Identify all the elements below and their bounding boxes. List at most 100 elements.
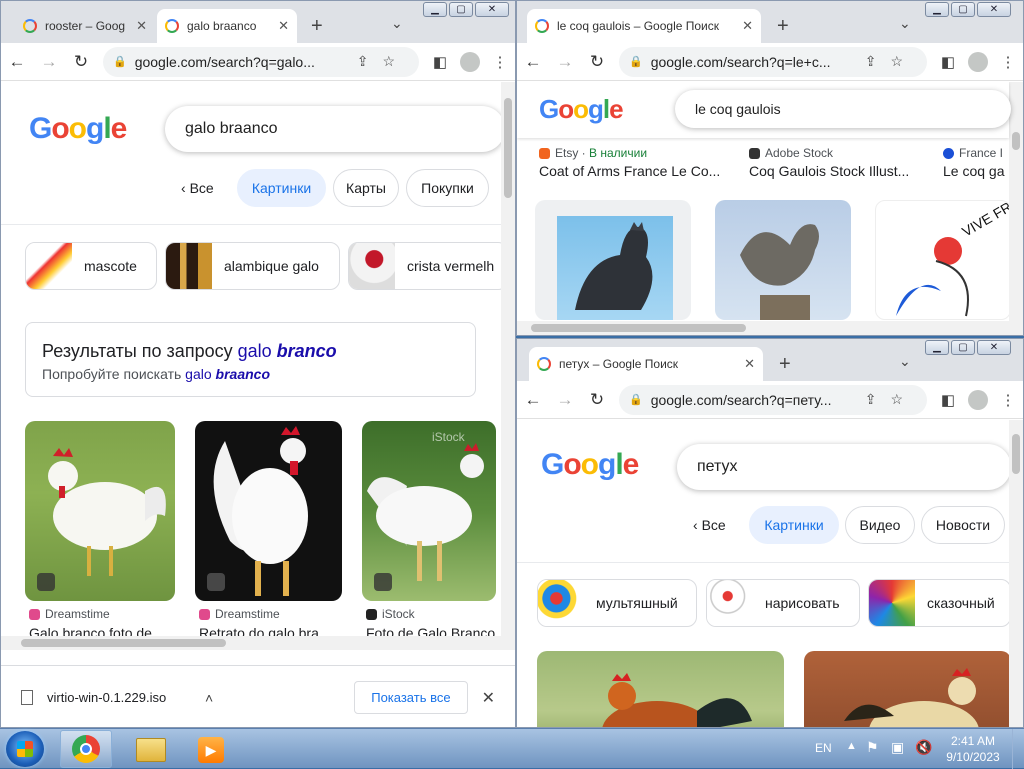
scroll-thumb[interactable]	[531, 324, 746, 332]
image-result-2[interactable]	[195, 421, 342, 601]
side-panel-icon[interactable]: ◧	[933, 391, 963, 409]
clock[interactable]: 2:41 AM 9/10/2023	[940, 733, 1006, 765]
search-input[interactable]: le coq gaulois	[675, 90, 1011, 128]
google-logo[interactable]: Google	[539, 94, 624, 125]
maximize-button[interactable]: ▢	[951, 340, 975, 355]
chip-images[interactable]: Картинки	[237, 169, 326, 207]
chip-news[interactable]: Новости	[921, 506, 1005, 544]
suggestion-draw[interactable]: нарисовать	[706, 579, 860, 627]
suggestion-fairytale[interactable]: сказочный	[868, 579, 1011, 627]
vertical-scrollbar[interactable]	[1009, 82, 1023, 321]
tab-search-chevron-icon[interactable]: ⌄	[899, 353, 911, 370]
minimize-button[interactable]: ▁	[423, 2, 447, 17]
scroll-thumb[interactable]	[1012, 434, 1020, 474]
horizontal-scrollbar[interactable]	[1, 636, 501, 650]
new-tab-button[interactable]: +	[311, 15, 323, 38]
tab-petukh[interactable]: петух – Google Поиск ✕	[529, 347, 763, 381]
tab-search-chevron-icon[interactable]: ⌄	[391, 15, 403, 32]
image-result-2[interactable]	[715, 200, 851, 320]
image-result-3[interactable]: iStock	[362, 421, 496, 601]
close-download-bar-icon[interactable]: ✕	[482, 688, 495, 708]
minimize-button[interactable]: ▁	[925, 340, 949, 355]
forward-button[interactable]: →	[549, 390, 581, 410]
volume-muted-icon[interactable]: 🔇	[915, 739, 932, 756]
chip-images[interactable]: Картинки	[749, 506, 839, 544]
vertical-scrollbar[interactable]	[1009, 420, 1023, 727]
chip-shopping[interactable]: Покупки	[406, 169, 489, 207]
menu-kebab-icon[interactable]: ⋮	[993, 53, 1023, 71]
reload-button[interactable]: ↻	[581, 52, 613, 72]
close-tab-icon[interactable]: ✕	[278, 18, 289, 34]
result-caption[interactable]: Coat of Arms France Le Co...	[539, 163, 739, 179]
chip-all[interactable]: ‹ Все	[681, 506, 738, 544]
show-hidden-icons-button[interactable]: ▲	[846, 740, 857, 752]
action-center-flag-icon[interactable]: ⚑	[866, 739, 879, 756]
address-bar[interactable]: 🔒 google.com/search?q=пету... ⇪☆	[619, 384, 927, 415]
taskbar-media-player-button[interactable]: ▶	[188, 733, 234, 767]
close-button[interactable]: ✕	[475, 2, 509, 17]
image-result-1[interactable]	[535, 200, 691, 320]
share-star-icons[interactable]: ⇪☆	[865, 391, 917, 408]
address-bar[interactable]: 🔒 google.com/search?q=le+c... ⇪☆	[619, 46, 927, 77]
scroll-thumb[interactable]	[21, 639, 226, 647]
minimize-button[interactable]: ▁	[925, 2, 949, 17]
profile-avatar[interactable]	[968, 389, 988, 410]
menu-kebab-icon[interactable]: ⋮	[993, 391, 1023, 409]
original-query-link[interactable]: galo braanco	[185, 366, 270, 382]
suggestion-alambique-galo[interactable]: alambique galo	[165, 242, 340, 290]
close-tab-icon[interactable]: ✕	[136, 18, 147, 34]
chip-video[interactable]: Видео	[845, 506, 915, 544]
menu-kebab-icon[interactable]: ⋮	[485, 53, 515, 71]
result-caption[interactable]: Le coq ga	[943, 163, 1013, 179]
image-result-1[interactable]	[537, 651, 784, 727]
image-result-1[interactable]	[25, 421, 175, 601]
chip-all[interactable]: ‹ Все	[169, 169, 226, 207]
search-input[interactable]: galo braanco	[165, 106, 505, 152]
forward-button[interactable]: →	[33, 52, 65, 72]
show-all-downloads-button[interactable]: Показать все	[354, 681, 468, 714]
google-logo[interactable]: Google	[29, 112, 127, 146]
image-result-3[interactable]: VIVE FRA	[875, 200, 1011, 320]
side-panel-icon[interactable]: ◧	[425, 53, 455, 71]
taskbar-chrome-button[interactable]	[60, 730, 112, 768]
back-button[interactable]: ←	[1, 52, 33, 72]
reload-button[interactable]: ↻	[65, 52, 97, 72]
reload-button[interactable]: ↻	[581, 390, 613, 410]
download-filename[interactable]: virtio-win-0.1.229.iso	[47, 690, 197, 705]
vertical-scrollbar[interactable]	[501, 82, 515, 650]
suggestion-crista-vermelha[interactable]: crista vermelh	[348, 242, 508, 290]
maximize-button[interactable]: ▢	[951, 2, 975, 17]
suggestion-mascote[interactable]: mascote	[25, 242, 157, 290]
address-bar[interactable]: 🔒 google.com/search?q=galo... ⇪☆	[103, 46, 419, 77]
profile-avatar[interactable]	[460, 51, 480, 72]
language-indicator[interactable]: EN	[815, 741, 832, 755]
maximize-button[interactable]: ▢	[449, 2, 473, 17]
side-panel-icon[interactable]: ◧	[933, 53, 963, 71]
scroll-thumb[interactable]	[1012, 132, 1020, 150]
start-button[interactable]	[6, 731, 44, 767]
tab-rooster[interactable]: rooster – Goog ✕	[15, 9, 155, 43]
tab-search-chevron-icon[interactable]: ⌄	[899, 15, 911, 32]
forward-button[interactable]: →	[549, 52, 581, 72]
suggestion-cartoon[interactable]: мультяшный	[537, 579, 697, 627]
chip-maps[interactable]: Карты	[333, 169, 399, 207]
share-star-icons[interactable]: ⇪☆	[357, 53, 409, 70]
new-tab-button[interactable]: +	[779, 353, 791, 376]
corrected-query-link[interactable]: galo branco	[238, 341, 337, 361]
back-button[interactable]: ←	[517, 390, 549, 410]
scroll-thumb[interactable]	[504, 98, 512, 198]
close-button[interactable]: ✕	[977, 340, 1011, 355]
show-desktop-button[interactable]	[1012, 729, 1024, 769]
new-tab-button[interactable]: +	[777, 15, 789, 38]
tab-le-coq-gaulois[interactable]: le coq gaulois – Google Поиск ✕	[527, 9, 761, 43]
close-tab-icon[interactable]: ✕	[744, 356, 755, 372]
close-tab-icon[interactable]: ✕	[742, 18, 753, 34]
profile-avatar[interactable]	[968, 51, 988, 72]
tab-galo-braanco[interactable]: galo braanco ✕	[157, 9, 297, 43]
image-result-2[interactable]	[804, 651, 1011, 727]
share-star-icons[interactable]: ⇪☆	[865, 53, 917, 70]
download-options-chevron-icon[interactable]: ˄	[205, 690, 213, 706]
taskbar-explorer-button[interactable]	[128, 733, 174, 767]
network-icon[interactable]: ▣	[891, 739, 904, 756]
search-input[interactable]: петух	[677, 444, 1011, 490]
